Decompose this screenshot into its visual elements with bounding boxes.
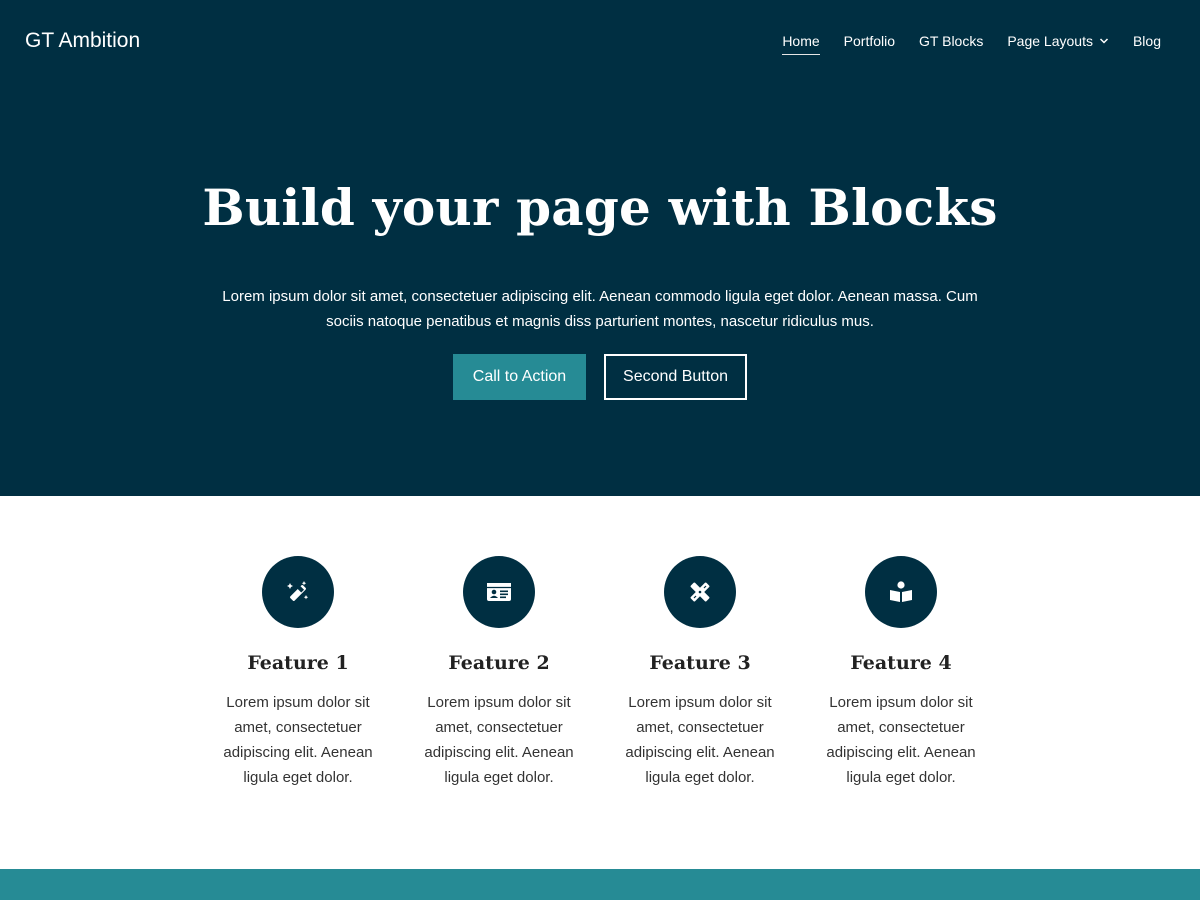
- feature-title: Feature 2: [448, 652, 550, 674]
- nav-item-portfolio[interactable]: Portfolio: [844, 33, 895, 55]
- hero-section: GT Ambition Home Portfolio GT Blocks Pag…: [0, 0, 1200, 496]
- nav-item-gt-blocks[interactable]: GT Blocks: [919, 33, 983, 55]
- hero-description: Lorem ipsum dolor sit amet, consectetuer…: [222, 288, 978, 330]
- nav-item-page-layouts[interactable]: Page Layouts: [1007, 33, 1109, 55]
- reader-icon: [865, 556, 937, 628]
- nav-item-page-layouts-label: Page Layouts: [1007, 33, 1093, 49]
- accent-band: [0, 869, 1200, 900]
- feature-card: Feature 2 Lorem ipsum dolor sit amet, co…: [409, 556, 589, 790]
- feature-card: Feature 3 Lorem ipsum dolor sit amet, co…: [610, 556, 790, 790]
- pencil-ruler-icon: [664, 556, 736, 628]
- features-section: Feature 1 Lorem ipsum dolor sit amet, co…: [0, 496, 1200, 869]
- nav-item-blog[interactable]: Blog: [1133, 33, 1161, 55]
- feature-text: Lorem ipsum dolor sit amet, consectetuer…: [223, 694, 373, 786]
- feature-text: Lorem ipsum dolor sit amet, consectetuer…: [625, 694, 775, 786]
- site-title[interactable]: GT Ambition: [25, 29, 140, 53]
- chevron-down-icon: [1099, 38, 1108, 44]
- feature-title: Feature 3: [649, 652, 751, 674]
- feature-card: Feature 4 Lorem ipsum dolor sit amet, co…: [811, 556, 991, 790]
- main-navigation: Home Portfolio GT Blocks Page Layouts Bl…: [758, 33, 1161, 55]
- call-to-action-button[interactable]: Call to Action: [453, 354, 586, 400]
- feature-text: Lorem ipsum dolor sit amet, consectetuer…: [424, 694, 574, 786]
- id-card-icon: [463, 556, 535, 628]
- feature-card: Feature 1 Lorem ipsum dolor sit amet, co…: [208, 556, 388, 790]
- magic-wand-icon: [262, 556, 334, 628]
- feature-title: Feature 4: [850, 652, 952, 674]
- second-button[interactable]: Second Button: [604, 354, 747, 400]
- hero-title: Build your page with Blocks: [202, 178, 998, 237]
- nav-item-home[interactable]: Home: [782, 33, 821, 55]
- feature-title: Feature 1: [247, 652, 349, 674]
- feature-text: Lorem ipsum dolor sit amet, consectetuer…: [826, 694, 976, 786]
- hero-buttons: Call to Action Second Button: [0, 354, 1200, 400]
